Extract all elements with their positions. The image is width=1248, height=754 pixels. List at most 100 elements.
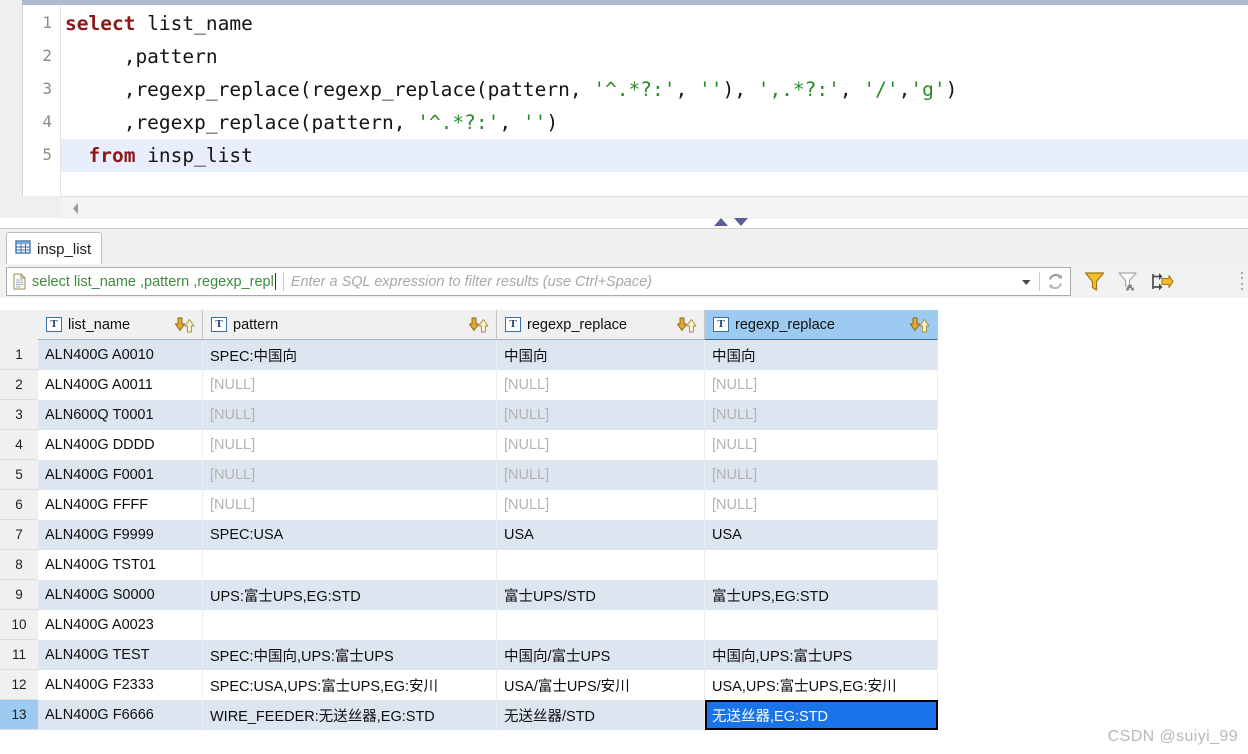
table-row[interactable]: 6 ALN400G FFFF [NULL] [NULL] [NULL] [0, 490, 1248, 520]
cell-r6-c2[interactable]: [NULL] [203, 490, 497, 520]
filter-input-container[interactable]: select list_name ,pattern ,regexp_repl E… [6, 267, 1071, 296]
cell-r7-c4[interactable]: USA [705, 520, 938, 550]
cell-r13-c4[interactable]: 无送丝器,EG:STD [705, 700, 938, 730]
cell-r13-c1[interactable]: ALN400G F6666 [38, 700, 203, 730]
cell-r3-c2[interactable]: [NULL] [203, 400, 497, 430]
table-row[interactable]: 9 ALN400G S0000 UPS:富士UPS,EG:STD 富士UPS/STD 富… [0, 580, 1248, 610]
row-number-cell[interactable]: 11 [0, 640, 38, 670]
table-row[interactable]: 2 ALN400G A0011 [NULL] [NULL] [NULL] [0, 370, 1248, 400]
collapse-down-icon[interactable] [734, 218, 748, 226]
table-row[interactable]: 12 ALN400G F2333 SPEC:USA,UPS:富士UPS,EG:安川 U… [0, 670, 1248, 700]
table-row[interactable]: 11 ALN400G TEST SPEC:中国向,UPS:富士UPS 中国向/富士UP… [0, 640, 1248, 670]
cell-r12-c4[interactable]: USA,UPS:富士UPS,EG:安川 [705, 670, 938, 700]
sort-arrows-icon[interactable] [175, 317, 195, 333]
cell-r3-c4[interactable]: [NULL] [705, 400, 938, 430]
cell-r3-c3[interactable]: [NULL] [497, 400, 705, 430]
cell-r12-c1[interactable]: ALN400G F2333 [38, 670, 203, 700]
cell-r1-c1[interactable]: ALN400G A0010 [38, 340, 203, 370]
panel-collapse-controls[interactable] [714, 215, 754, 229]
apply-filter-button[interactable] [1081, 268, 1107, 294]
row-number-cell[interactable]: 2 [0, 370, 38, 400]
cell-r8-c3[interactable] [497, 550, 705, 580]
sort-arrows-icon[interactable] [469, 317, 489, 333]
column-header-4-regexp_replace[interactable]: Tregexp_replace [705, 310, 938, 340]
cell-r9-c4[interactable]: 富士UPS,EG:STD [705, 580, 938, 610]
row-number-cell[interactable]: 10 [0, 610, 38, 640]
table-row[interactable]: 3 ALN600Q T0001 [NULL] [NULL] [NULL] [0, 400, 1248, 430]
fit-columns-button[interactable] [1149, 268, 1175, 294]
filter-expression-input[interactable]: Enter a SQL expression to filter results… [291, 274, 1013, 290]
grid-corner-cell[interactable] [0, 310, 38, 341]
table-row[interactable]: 1 ALN400G A0010 SPEC:中国向 中国向 中国向 [0, 340, 1248, 370]
editor-horizontal-scrollbar[interactable] [61, 196, 1248, 219]
cell-r1-c3[interactable]: 中国向 [497, 340, 705, 370]
cell-r2-c4[interactable]: [NULL] [705, 370, 938, 400]
table-row[interactable]: 4 ALN400G DDDD [NULL] [NULL] [NULL] [0, 430, 1248, 460]
remove-filter-button[interactable] [1115, 268, 1141, 294]
cell-r4-c4[interactable]: [NULL] [705, 430, 938, 460]
code-line-2[interactable]: ,pattern [61, 40, 1248, 73]
cell-r10-c2[interactable] [203, 610, 497, 640]
cell-r7-c1[interactable]: ALN400G F9999 [38, 520, 203, 550]
tab-insp-list[interactable]: insp_list [6, 232, 103, 266]
table-row[interactable]: 13 ALN400G F6666 WIRE_FEEDER:无送丝器,EG:STD 无送… [0, 700, 1248, 730]
cell-r5-c2[interactable]: [NULL] [203, 460, 497, 490]
cell-r10-c3[interactable] [497, 610, 705, 640]
cell-r6-c3[interactable]: [NULL] [497, 490, 705, 520]
row-number-cell[interactable]: 8 [0, 550, 38, 580]
table-row[interactable]: 5 ALN400G F0001 [NULL] [NULL] [NULL] [0, 460, 1248, 490]
cell-r7-c2[interactable]: SPEC:USA [203, 520, 497, 550]
cell-r9-c2[interactable]: UPS:富士UPS,EG:STD [203, 580, 497, 610]
cell-r2-c2[interactable]: [NULL] [203, 370, 497, 400]
cell-r4-c2[interactable]: [NULL] [203, 430, 497, 460]
cell-r4-c3[interactable]: [NULL] [497, 430, 705, 460]
cell-r5-c1[interactable]: ALN400G F0001 [38, 460, 203, 490]
table-row[interactable]: 10 ALN400G A0023 [0, 610, 1248, 640]
cell-r4-c1[interactable]: ALN400G DDDD [38, 430, 203, 460]
cell-r6-c4[interactable]: [NULL] [705, 490, 938, 520]
cell-r13-c3[interactable]: 无送丝器/STD [497, 700, 705, 730]
refresh-icon[interactable] [1040, 269, 1070, 294]
sort-arrows-icon[interactable] [677, 317, 697, 333]
cell-r9-c3[interactable]: 富士UPS/STD [497, 580, 705, 610]
collapse-up-icon[interactable] [714, 218, 728, 226]
cell-r12-c2[interactable]: SPEC:USA,UPS:富士UPS,EG:安川 [203, 670, 497, 700]
cell-r8-c4[interactable] [705, 550, 938, 580]
cell-r7-c3[interactable]: USA [497, 520, 705, 550]
scroll-left-icon[interactable] [62, 197, 88, 219]
cell-r8-c2[interactable] [203, 550, 497, 580]
cell-r11-c2[interactable]: SPEC:中国向,UPS:富士UPS [203, 640, 497, 670]
row-number-cell[interactable]: 1 [0, 340, 38, 370]
row-number-cell[interactable]: 12 [0, 670, 38, 700]
cell-r3-c1[interactable]: ALN600Q T0001 [38, 400, 203, 430]
cell-r6-c1[interactable]: ALN400G FFFF [38, 490, 203, 520]
sort-arrows-icon[interactable] [910, 317, 930, 333]
cell-r11-c1[interactable]: ALN400G TEST [38, 640, 203, 670]
row-number-cell[interactable]: 7 [0, 520, 38, 550]
row-number-cell[interactable]: 4 [0, 430, 38, 460]
table-row[interactable]: 8 ALN400G TST01 [0, 550, 1248, 580]
cell-r12-c3[interactable]: USA/富士UPS/安川 [497, 670, 705, 700]
cell-r10-c4[interactable] [705, 610, 938, 640]
sql-code-area[interactable]: select list_name ,pattern ,regexp_replac… [61, 5, 1248, 196]
cell-r13-c2[interactable]: WIRE_FEEDER:无送丝器,EG:STD [203, 700, 497, 730]
cell-r8-c1[interactable]: ALN400G TST01 [38, 550, 203, 580]
cell-r11-c4[interactable]: 中国向,UPS:富士UPS [705, 640, 938, 670]
row-number-cell[interactable]: 3 [0, 400, 38, 430]
cell-r10-c1[interactable]: ALN400G A0023 [38, 610, 203, 640]
code-line-5[interactable]: from insp_list [61, 139, 1248, 172]
row-number-cell[interactable]: 6 [0, 490, 38, 520]
row-number-cell[interactable]: 5 [0, 460, 38, 490]
table-row[interactable]: 7 ALN400G F9999 SPEC:USA USA USA [0, 520, 1248, 550]
column-header-1-list_name[interactable]: Tlist_name [38, 310, 203, 340]
row-number-cell[interactable]: 13 [0, 700, 38, 730]
row-number-cell[interactable]: 9 [0, 580, 38, 610]
cell-r1-c4[interactable]: 中国向 [705, 340, 938, 370]
editor-annotation-ruler[interactable] [0, 5, 23, 196]
code-line-1[interactable]: select list_name [61, 7, 1248, 40]
filter-history-dropdown[interactable] [1013, 269, 1039, 294]
cell-r2-c3[interactable]: [NULL] [497, 370, 705, 400]
column-header-2-pattern[interactable]: Tpattern [203, 310, 497, 340]
cell-r5-c3[interactable]: [NULL] [497, 460, 705, 490]
cell-r1-c2[interactable]: SPEC:中国向 [203, 340, 497, 370]
